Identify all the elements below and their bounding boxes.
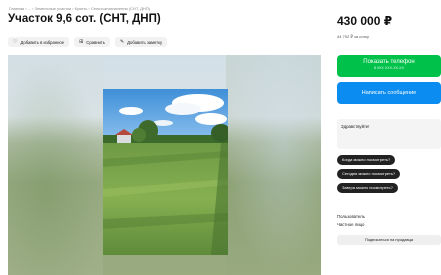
compare-label: Сравнить [86,39,105,45]
page-title: Участок 9,6 сот. (СНТ, ДНП) [8,13,161,25]
quick-question-chip[interactable]: Сегодня можно посмотреть? [337,169,401,179]
listing-photo-image [103,89,228,255]
subscribe-seller-button[interactable]: Подписаться на продавца [337,235,441,245]
seller-role: Пользователь [337,214,365,219]
note-icon: ✎ [119,38,125,45]
heart-icon: ♡ [13,38,18,45]
write-message-button[interactable]: Написать сообщение [337,82,441,104]
add-to-favorites-button[interactable]: ♡ Добавить в избранное [8,37,70,47]
message-textarea[interactable]: Здравствуйте! [337,119,441,149]
breadcrumb[interactable]: Главная › ... › Земельные участки › Купи… [9,6,150,11]
gallery-blur-left [8,55,103,275]
price-per-sotka: 44 792 ₽ за сотку [337,34,369,39]
add-note-button[interactable]: ✎ Добавить заметку [114,37,168,47]
listing-photo[interactable] [103,89,228,255]
masked-phone-number: 8 9XX XXX-XX-XX [374,66,404,70]
quick-question-chip[interactable]: Завтра можно посмотреть? [337,183,398,193]
listing-price: 430 000 ₽ [337,14,393,28]
compare-icon: ⊞ [79,38,84,45]
quick-questions: Когда можно посмотреть? Сегодня можно по… [337,155,401,193]
add-note-label: Добавить заметку [127,39,163,45]
gallery-blur-right [226,55,321,275]
show-phone-button[interactable]: Показать телефон 8 9XX XXX-XX-XX [337,55,441,77]
show-phone-label: Показать телефон [363,59,415,65]
quick-question-chip[interactable]: Когда можно посмотреть? [337,155,396,165]
add-to-favorites-label: Добавить в избранное [20,39,65,45]
seller-type: Частное лицо [337,222,365,227]
listing-actions: ♡ Добавить в избранное ⊞ Сравнить ✎ Доба… [8,37,168,47]
message-text: Здравствуйте! [341,124,370,129]
compare-button[interactable]: ⊞ Сравнить [74,37,110,47]
